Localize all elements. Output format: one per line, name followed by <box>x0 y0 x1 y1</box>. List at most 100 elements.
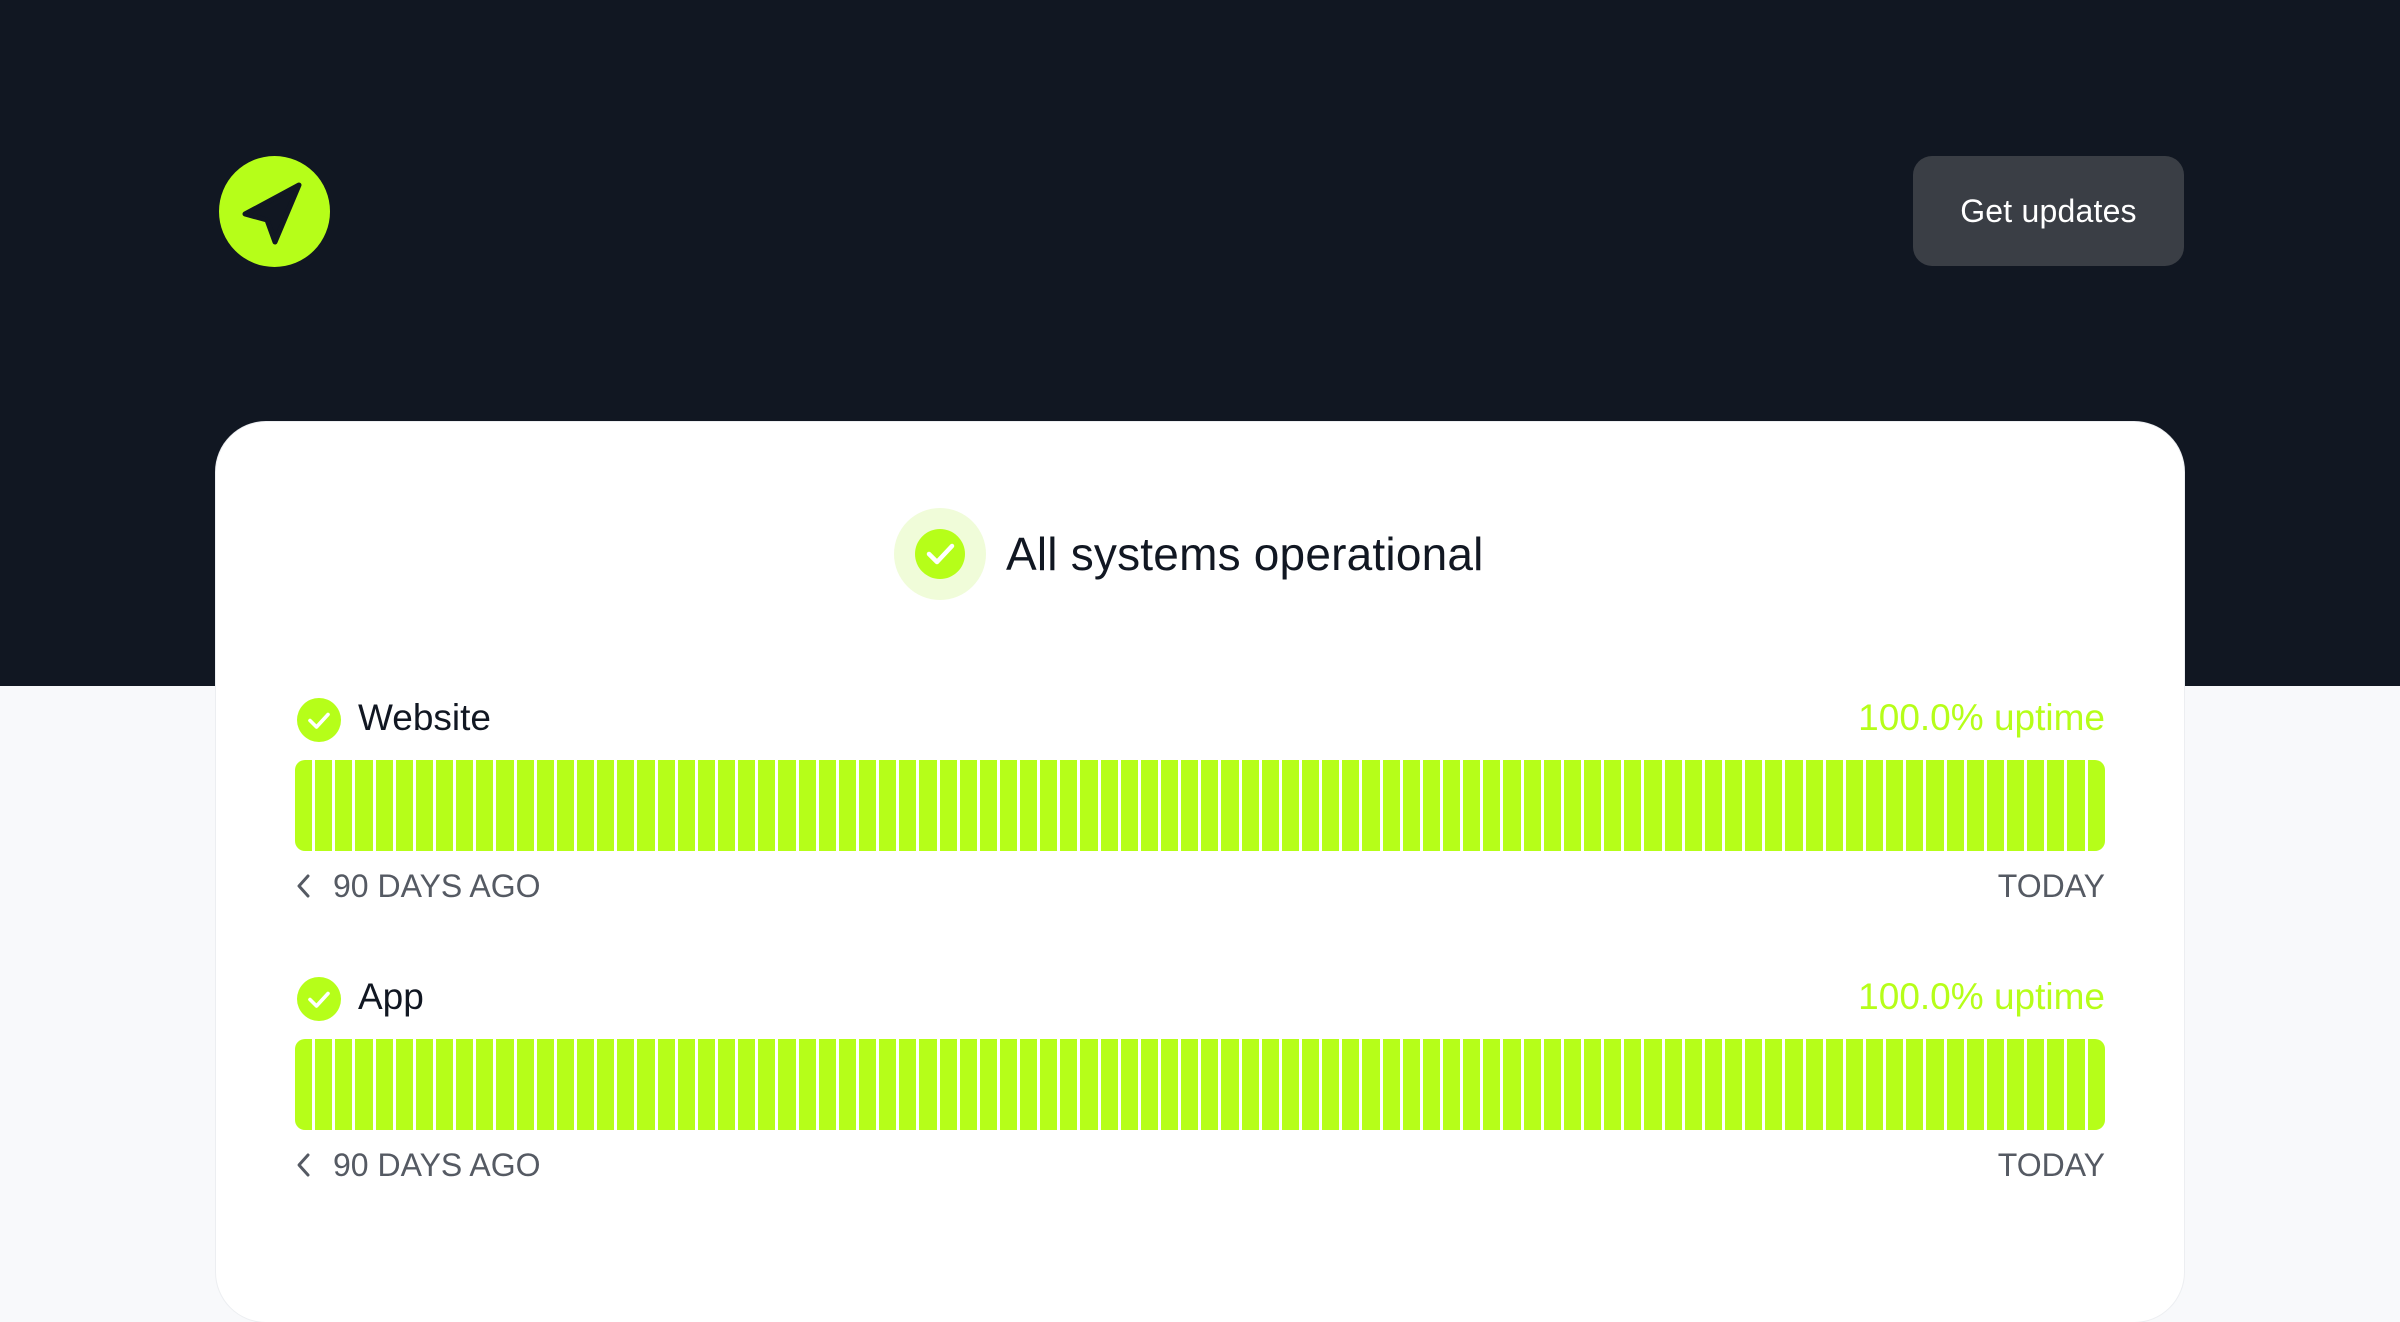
uptime-day-bar[interactable] <box>2027 1039 2048 1130</box>
uptime-day-bar[interactable] <box>1362 760 1383 851</box>
uptime-day-bar[interactable] <box>919 1039 940 1130</box>
uptime-day-bar[interactable] <box>335 760 356 851</box>
uptime-day-bar[interactable] <box>597 760 618 851</box>
uptime-day-bar[interactable] <box>597 1039 618 1130</box>
uptime-day-bar[interactable] <box>1865 760 1887 851</box>
uptime-day-bar[interactable] <box>536 1039 557 1130</box>
range-start[interactable]: 90 DAYS AGO <box>295 866 541 906</box>
uptime-day-bar[interactable] <box>1906 760 1927 851</box>
uptime-day-bar[interactable] <box>899 760 920 851</box>
uptime-day-bar[interactable] <box>536 760 557 851</box>
uptime-day-bar[interactable] <box>556 1039 577 1130</box>
uptime-day-bar[interactable] <box>315 760 336 851</box>
uptime-day-bar[interactable] <box>1986 760 2007 851</box>
uptime-day-bar[interactable] <box>395 1039 416 1130</box>
uptime-day-bar[interactable] <box>738 760 759 851</box>
uptime-day-bar[interactable] <box>2067 1039 2088 1130</box>
uptime-day-bar[interactable] <box>1322 1039 1343 1130</box>
uptime-day-bar[interactable] <box>1040 1039 1061 1130</box>
uptime-day-bar[interactable] <box>838 1039 859 1130</box>
uptime-day-bar[interactable] <box>1926 1039 1947 1130</box>
uptime-day-bar[interactable] <box>1080 760 1101 851</box>
uptime-day-bar[interactable] <box>1946 1039 1967 1130</box>
uptime-day-bar[interactable] <box>395 760 416 851</box>
uptime-day-bar[interactable] <box>1966 1039 1987 1130</box>
uptime-day-bar[interactable] <box>1483 760 1504 851</box>
uptime-day-bar[interactable] <box>979 760 1000 851</box>
uptime-day-bar[interactable] <box>1604 1039 1625 1130</box>
uptime-day-bar[interactable] <box>375 1039 396 1130</box>
uptime-day-bar[interactable] <box>1161 1039 1182 1130</box>
uptime-day-bar[interactable] <box>697 1039 718 1130</box>
uptime-day-bar[interactable] <box>1040 760 1061 851</box>
uptime-day-bar[interactable] <box>1261 760 1282 851</box>
uptime-day-bar[interactable] <box>1422 760 1444 851</box>
uptime-day-bar[interactable] <box>295 760 316 851</box>
uptime-day-bar[interactable] <box>1785 1039 1806 1130</box>
uptime-day-bar[interactable] <box>1886 1039 1907 1130</box>
uptime-day-bar[interactable] <box>697 760 718 851</box>
uptime-day-bar[interactable] <box>1181 760 1202 851</box>
uptime-day-bar[interactable] <box>1281 760 1303 851</box>
uptime-day-bar[interactable] <box>1140 1039 1162 1130</box>
uptime-day-bar[interactable] <box>1503 1039 1524 1130</box>
uptime-day-bar[interactable] <box>1865 1039 1887 1130</box>
uptime-day-bar[interactable] <box>1161 760 1182 851</box>
uptime-day-bar[interactable] <box>1724 760 1746 851</box>
uptime-day-bar[interactable] <box>1322 760 1343 851</box>
uptime-day-bar[interactable] <box>1604 760 1625 851</box>
uptime-day-bar[interactable] <box>1382 760 1403 851</box>
uptime-day-bar[interactable] <box>1825 760 1846 851</box>
uptime-day-bar[interactable] <box>1181 1039 1202 1130</box>
uptime-day-bar[interactable] <box>355 1039 376 1130</box>
uptime-day-bar[interactable] <box>798 760 819 851</box>
uptime-day-bar[interactable] <box>1624 1039 1645 1130</box>
uptime-day-bar[interactable] <box>959 1039 980 1130</box>
uptime-day-bar[interactable] <box>456 760 477 851</box>
uptime-day-bar[interactable] <box>315 1039 336 1130</box>
uptime-day-bar[interactable] <box>2087 760 2105 851</box>
uptime-day-bar[interactable] <box>355 760 376 851</box>
uptime-day-bar[interactable] <box>1201 760 1222 851</box>
uptime-day-bar[interactable] <box>1745 1039 1766 1130</box>
uptime-day-bar[interactable] <box>1362 1039 1383 1130</box>
uptime-day-bar[interactable] <box>496 760 517 851</box>
uptime-day-bar[interactable] <box>979 1039 1000 1130</box>
uptime-day-bar[interactable] <box>677 1039 698 1130</box>
uptime-day-bar[interactable] <box>1563 1039 1584 1130</box>
uptime-day-bar[interactable] <box>1986 1039 2007 1130</box>
uptime-day-bar[interactable] <box>1684 1039 1705 1130</box>
uptime-day-bar[interactable] <box>617 760 638 851</box>
uptime-day-bar[interactable] <box>637 760 658 851</box>
get-updates-button[interactable]: Get updates <box>1913 156 2184 266</box>
uptime-day-bar[interactable] <box>1100 1039 1121 1130</box>
uptime-day-bar[interactable] <box>1805 1039 1826 1130</box>
uptime-day-bar[interactable] <box>1886 760 1907 851</box>
uptime-day-bar[interactable] <box>1221 1039 1242 1130</box>
uptime-day-bar[interactable] <box>1584 1039 1605 1130</box>
uptime-day-bar[interactable] <box>758 1039 779 1130</box>
uptime-day-bar[interactable] <box>879 760 900 851</box>
uptime-day-bar[interactable] <box>1563 760 1584 851</box>
uptime-day-bar[interactable] <box>375 760 396 851</box>
uptime-day-bar[interactable] <box>2087 1039 2105 1130</box>
uptime-day-bar[interactable] <box>1644 760 1665 851</box>
uptime-day-bar[interactable] <box>1644 1039 1665 1130</box>
uptime-day-bar[interactable] <box>738 1039 759 1130</box>
uptime-day-bar[interactable] <box>415 760 436 851</box>
uptime-day-bar[interactable] <box>556 760 577 851</box>
uptime-day-bar[interactable] <box>1080 1039 1101 1130</box>
uptime-day-bar[interactable] <box>516 760 537 851</box>
uptime-day-bar[interactable] <box>2067 760 2088 851</box>
uptime-day-bar[interactable] <box>2027 760 2048 851</box>
uptime-day-bar[interactable] <box>1704 760 1725 851</box>
uptime-day-bar[interactable] <box>1684 760 1705 851</box>
uptime-day-bar[interactable] <box>476 1039 497 1130</box>
uptime-day-bar[interactable] <box>1422 1039 1444 1130</box>
uptime-day-bar[interactable] <box>1463 760 1484 851</box>
uptime-day-bar[interactable] <box>1523 1039 1544 1130</box>
uptime-day-bar[interactable] <box>1382 1039 1403 1130</box>
uptime-day-bar[interactable] <box>1261 1039 1282 1130</box>
uptime-day-bar[interactable] <box>1302 1039 1323 1130</box>
uptime-day-bar[interactable] <box>999 1039 1021 1130</box>
